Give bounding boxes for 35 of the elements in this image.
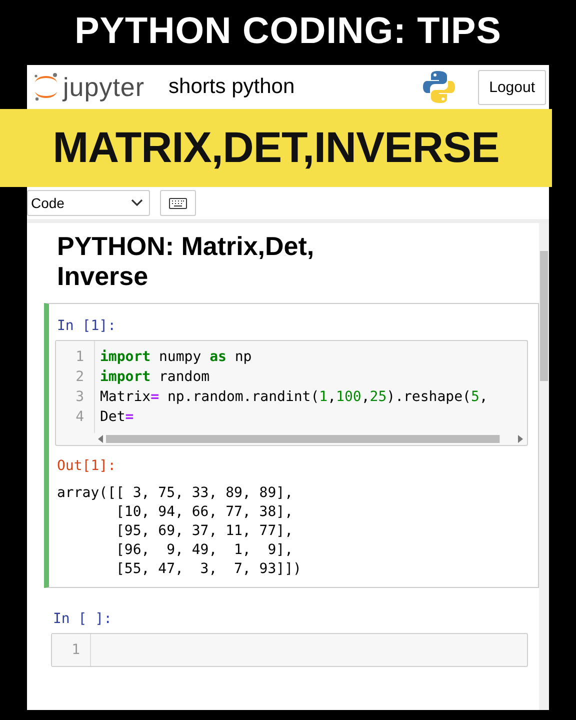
output-line: [10, 94, 66, 77, 38], (115, 503, 294, 522)
line-number: 4 (74, 408, 85, 427)
code-line: Det= (100, 408, 135, 427)
line-number: 1 (74, 348, 85, 367)
code-line: import numpy as np (100, 348, 253, 367)
line-number: 1 (70, 641, 81, 660)
cell-type-dropdown[interactable]: Code (27, 190, 150, 216)
output-line: [95, 69, 37, 11, 77], (115, 522, 294, 541)
keyboard-icon (169, 198, 187, 208)
input-prompt: In [1]: (57, 318, 118, 334)
notebook-heading: PYTHON: Matrix,Det, Inverse (57, 231, 316, 291)
code-line: import random (100, 368, 211, 387)
logout-button[interactable]: Logout (478, 70, 546, 104)
input-prompt: In [ ]: (53, 611, 114, 627)
chevron-down-icon (131, 199, 143, 207)
scroll-left-icon[interactable] (98, 435, 103, 443)
output-line: [96, 9, 49, 1, 9], (115, 541, 294, 560)
output-prompt: Out[1]: (57, 458, 118, 474)
notebook-cell[interactable] (44, 303, 539, 588)
banner-text: MATRIX,DET,INVERSE (52, 124, 500, 172)
line-number: 3 (74, 388, 85, 407)
output-line: array([[ 3, 75, 33, 89, 89], (57, 484, 294, 503)
code-line: Matrix= np.random.randint(1,100,25).reshape(5, (100, 388, 489, 407)
vertical-scrollbar[interactable] (539, 223, 549, 710)
output-line: [55, 47, 3, 7, 93]]) (115, 560, 302, 579)
code-editor[interactable]: 1 2 3 4 import numpy as np import random Matrix= np.random.randint(1,100,25).reshape(5, Det= (55, 340, 528, 446)
keyboard-button[interactable] (160, 190, 196, 216)
logo-text: jupyter (63, 72, 145, 102)
line-number: 2 (74, 368, 85, 387)
empty-cell[interactable]: In [ ]: 1 (44, 596, 539, 676)
snake-logo-icon (422, 70, 456, 104)
scroll-right-icon[interactable] (518, 435, 523, 443)
video-title: PYTHON CODING: TIPS (74, 9, 502, 53)
logo-icon (33, 72, 59, 102)
notebook-name[interactable]: shorts python (168, 75, 295, 99)
